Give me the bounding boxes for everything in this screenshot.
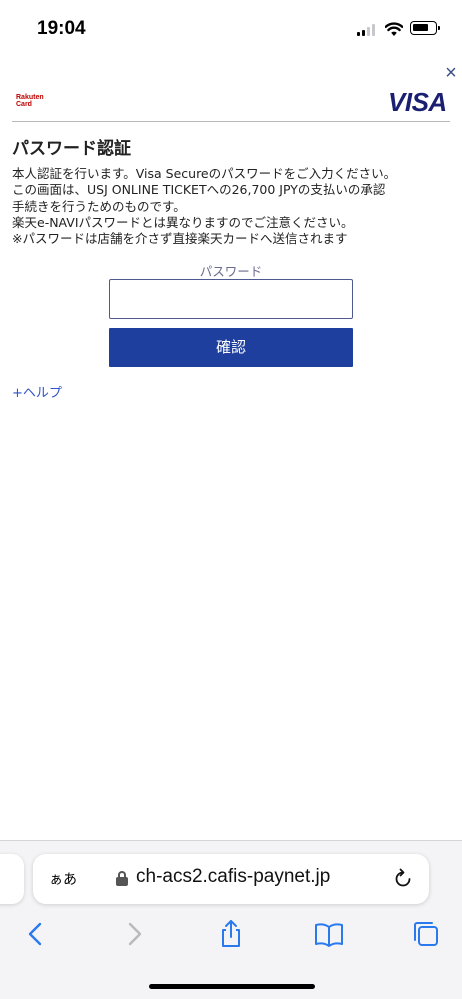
description: 本人認証を行います。Visa Secureのパスワードをご入力ください。 この画… (12, 166, 452, 247)
back-icon[interactable] (20, 918, 52, 950)
tabs-icon[interactable] (410, 918, 442, 950)
reload-icon[interactable] (391, 867, 415, 891)
header-divider (12, 121, 450, 122)
password-label: パスワード (199, 264, 263, 279)
visa-logo: VISA (388, 87, 447, 117)
rakuten-logo-line2: Card (16, 101, 32, 108)
password-field[interactable] (109, 279, 353, 319)
description-line: ※パスワードは店舗を介さず直接楽天カードへ送信されます (12, 231, 348, 247)
share-icon[interactable] (215, 918, 247, 950)
description-line: 本人認証を行います。Visa Secureのパスワードをご入力ください。 (12, 166, 397, 181)
description-line: 楽天e-NAVIパスワードとは異なりますのでご注意ください。 (12, 214, 354, 230)
url-text[interactable]: ch-acs2.cafis-paynet.jp (136, 866, 330, 888)
close-button[interactable]: × (442, 63, 460, 83)
home-indicator (149, 984, 315, 989)
status-bar: 19:04 (0, 0, 462, 60)
wifi-icon (385, 22, 403, 36)
status-time: 19:04 (37, 18, 86, 39)
battery-icon (410, 21, 440, 35)
rakuten-card-logo: Rakuten Card (16, 94, 56, 108)
description-line: 手続きを行うためのものです。 (12, 198, 186, 214)
page-title: パスワード認証 (12, 139, 131, 159)
forward-icon[interactable] (118, 918, 150, 950)
description-line: この画面は、USJ ONLINE TICKETへの26,700 JPYの支払いの… (12, 182, 386, 198)
lock-icon (116, 871, 128, 886)
bookmarks-icon[interactable] (313, 918, 345, 950)
browser-toolbar: ぁあ ch-acs2.cafis-paynet.jp (0, 840, 462, 999)
confirm-button[interactable]: 確認 (109, 328, 353, 367)
page-settings-button[interactable]: ぁあ (49, 869, 77, 889)
address-bar[interactable]: ぁあ ch-acs2.cafis-paynet.jp (33, 854, 429, 904)
rakuten-logo-line1: Rakuten (16, 94, 44, 101)
help-link[interactable]: +ヘルプ (12, 382, 62, 401)
browser-nav-bar (0, 918, 462, 954)
previous-tab-preview[interactable] (0, 854, 24, 904)
cellular-signal-icon (357, 24, 377, 36)
